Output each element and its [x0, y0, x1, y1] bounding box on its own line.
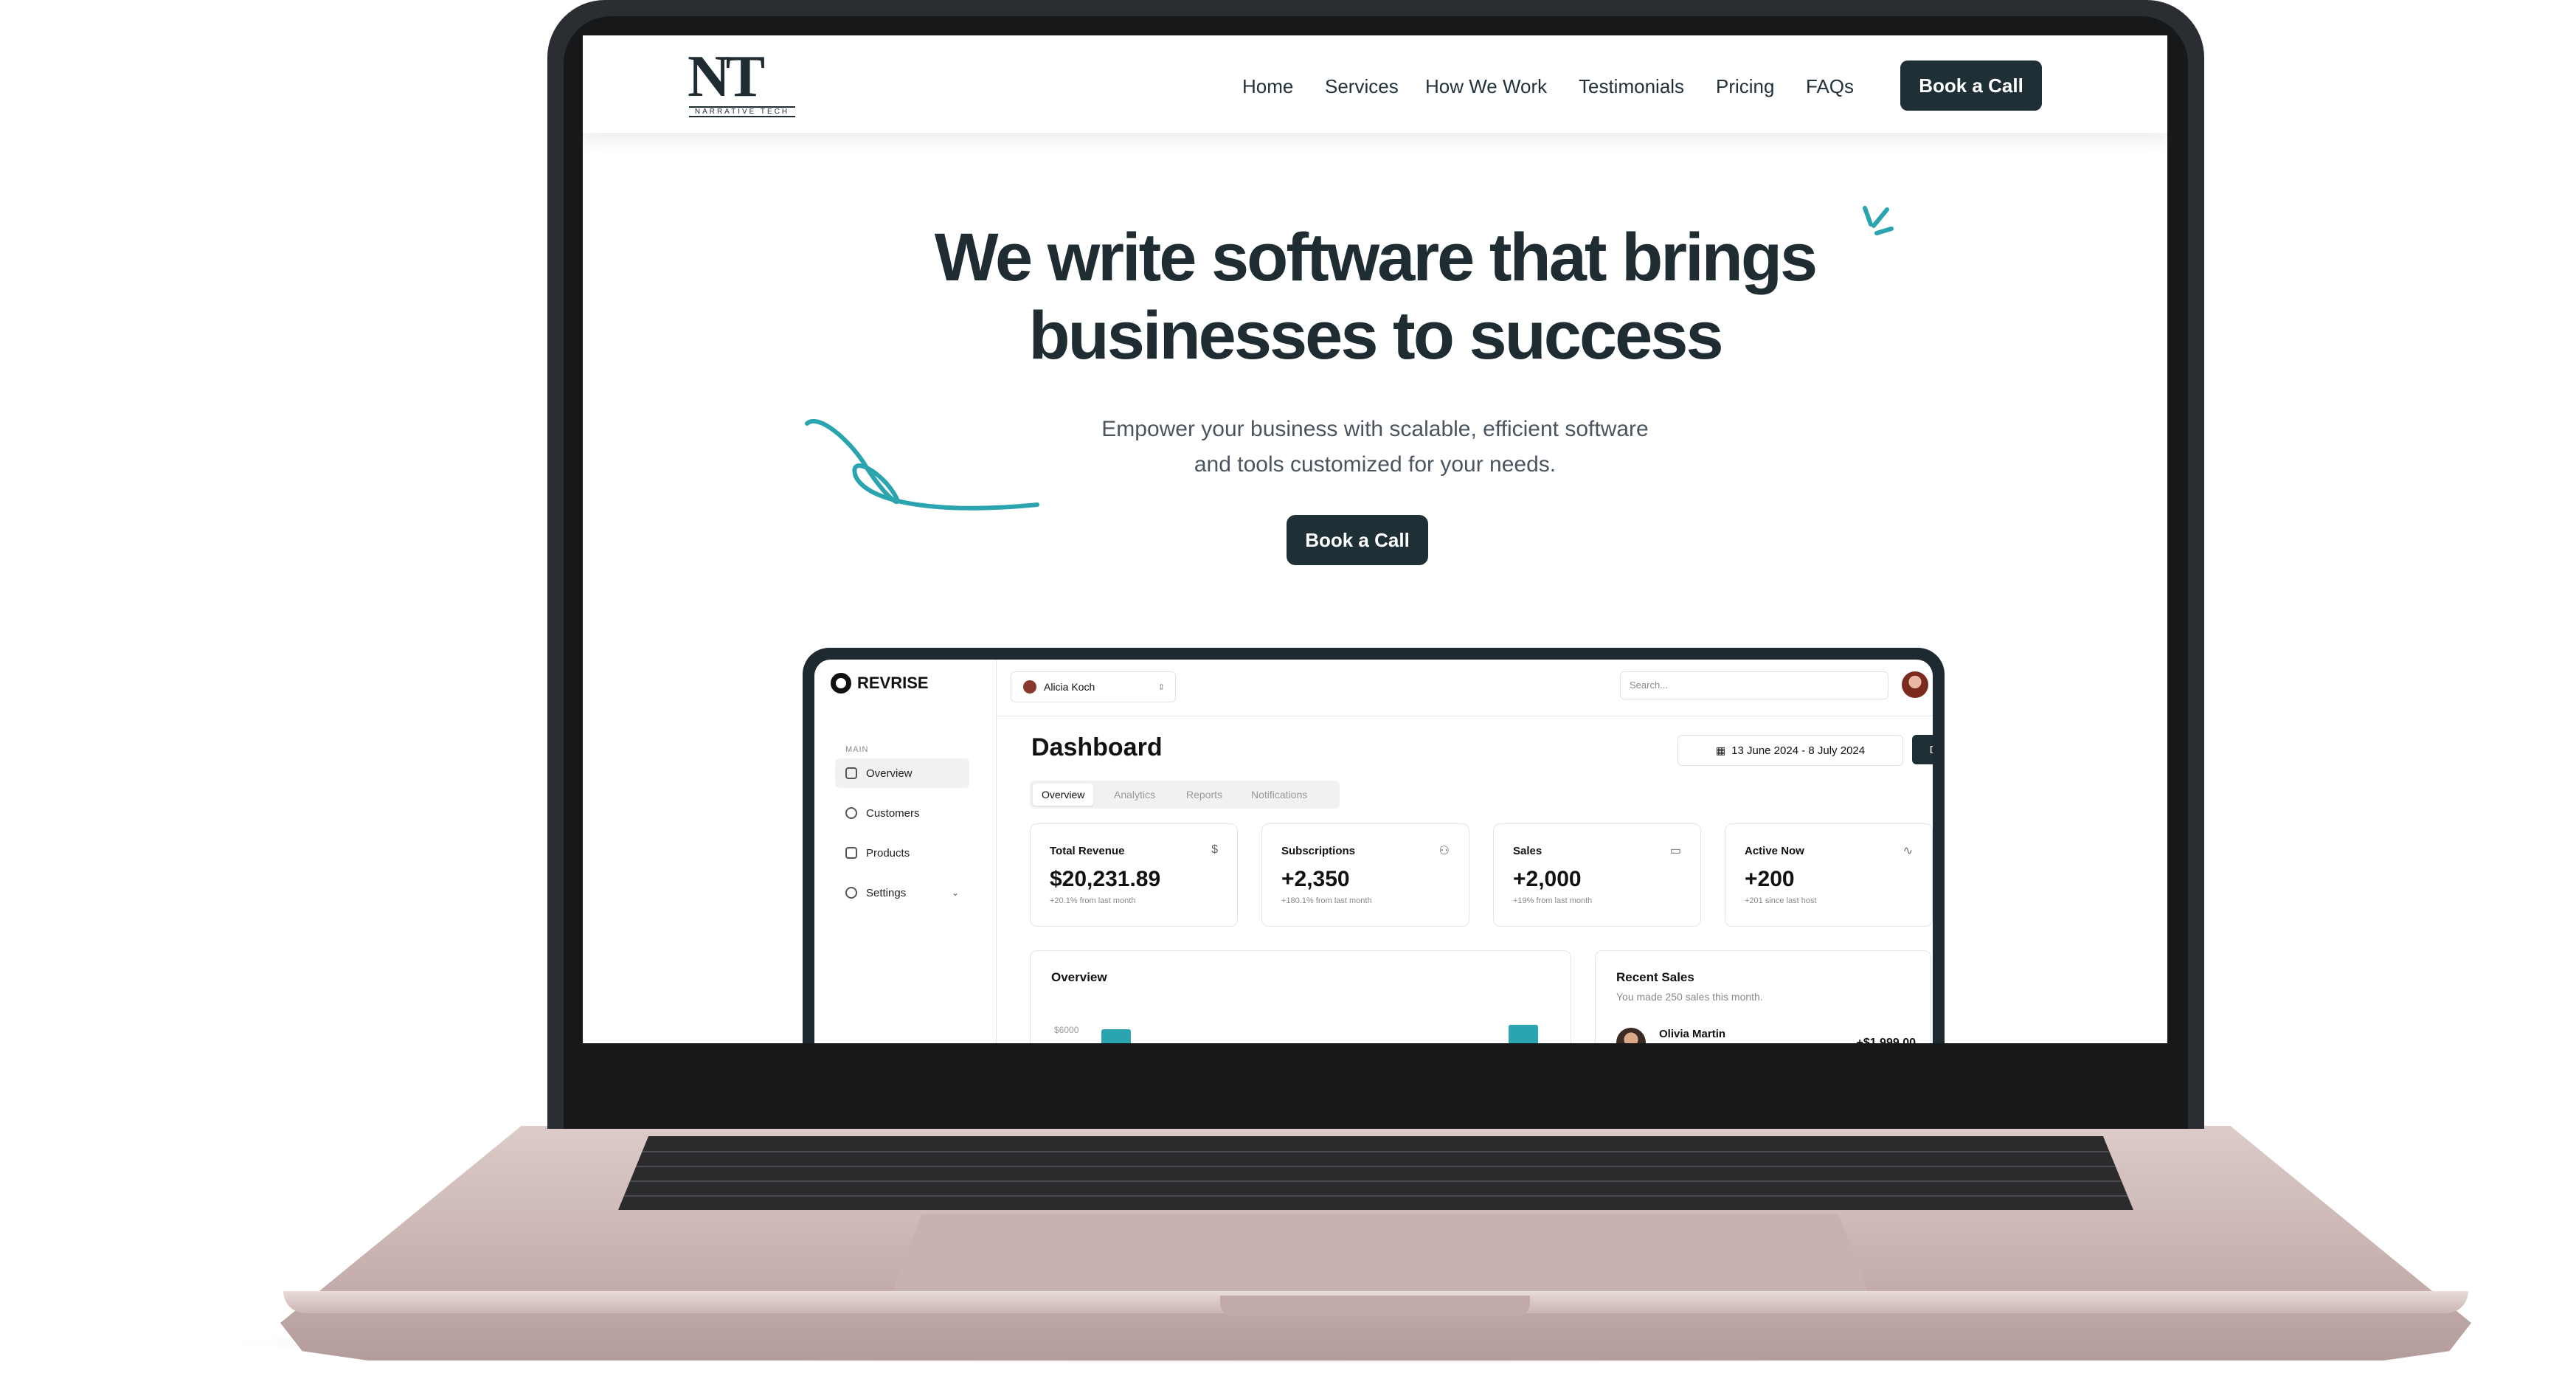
stat-card-title: Total Revenue [1050, 845, 1125, 857]
dashboard-sidebar: REVRISE MAIN Overview Customers Products… [814, 660, 997, 1043]
stat-card-value: $20,231.89 [1050, 867, 1161, 891]
home-icon [845, 767, 857, 779]
customer-name: Olivia Martin [1659, 1028, 1726, 1040]
stat-card-subtext: +201 since last host [1745, 896, 1817, 905]
stat-card-sales: Sales ▭ +2,000 +19% from last month [1493, 823, 1701, 927]
laptop-trackpad [893, 1214, 1868, 1291]
dashboard-brand: REVRISE [831, 673, 929, 694]
dashboard-search-input[interactable]: Search... [1620, 671, 1888, 699]
document-icon [845, 847, 857, 859]
site-navbar: NT NARRATIVE TECH Home Services How We W… [583, 35, 2167, 133]
activity-icon: ∿ [1902, 845, 1913, 857]
laptop-notch [1220, 1296, 1530, 1316]
sidebar-item-label: Overview [866, 767, 913, 780]
account-avatar [1023, 680, 1036, 694]
tab-reports[interactable]: Reports [1177, 784, 1231, 806]
tab-overview[interactable]: Overview [1033, 784, 1094, 806]
chart-bar [1509, 1025, 1538, 1043]
chart-bar [1101, 1029, 1131, 1043]
nav-faqs[interactable]: FAQs [1806, 75, 1854, 98]
dashboard-brand-name: REVRISE [857, 674, 929, 692]
hero-title-line-2: businesses to success [1028, 298, 1723, 373]
customer-avatar [1616, 1028, 1646, 1043]
hero-subtitle-line-1: Empower your business with scalable, eff… [1101, 417, 1649, 441]
sale-amount: +$1,999.00 [1856, 1037, 1916, 1043]
dashboard-title: Dashboard [1031, 733, 1163, 761]
nav-services[interactable]: Services [1325, 75, 1399, 98]
stat-card-title: Active Now [1745, 845, 1804, 857]
hero-subtitle-line-2: and tools customized for your needs. [1194, 452, 1557, 477]
tab-notifications[interactable]: Notifications [1242, 784, 1316, 806]
stat-card-subtext: +180.1% from last month [1281, 896, 1372, 905]
sidebar-item-overview[interactable]: Overview [835, 758, 969, 788]
overview-bars [1101, 1022, 1559, 1043]
user-icon [845, 807, 857, 819]
stat-card-title: Subscriptions [1281, 845, 1356, 857]
nav-book-call-button[interactable]: Book a Call [1900, 60, 2042, 111]
sidebar-section-label: MAIN [845, 745, 869, 754]
sidebar-item-customers[interactable]: Customers [835, 798, 969, 828]
site-logo-subtitle: NARRATIVE TECH [689, 106, 795, 117]
stat-card-revenue: Total Revenue $ $20,231.89 +20.1% from l… [1030, 823, 1238, 927]
chevron-updown-icon: ⇕ [1157, 682, 1165, 692]
overview-chart-panel: Overview $6000 [1030, 950, 1571, 1043]
users-icon: ⚇ [1438, 845, 1450, 857]
stat-card-value: +2,000 [1513, 867, 1582, 891]
sidebar-item-label: Settings [866, 886, 907, 899]
dashboard-tabs: Overview Analytics Reports Notifications [1030, 781, 1340, 809]
stat-card-value: +200 [1745, 867, 1795, 891]
site-logo[interactable]: NT [688, 47, 797, 106]
overview-title: Overview [1051, 970, 1107, 984]
chevron-down-icon: ⌄ [951, 888, 959, 898]
date-range-picker[interactable]: ▦ 13 June 2024 - 8 July 2024 [1677, 735, 1903, 766]
nav-pricing[interactable]: Pricing [1716, 75, 1774, 98]
sidebar-item-products[interactable]: Products [835, 838, 969, 868]
sidebar-item-label: Products [866, 846, 910, 860]
hero-book-call-button[interactable]: Book a Call [1287, 515, 1428, 565]
hero-title-line-1: We write software that brings [934, 220, 1818, 295]
recent-sales-subtitle: You made 250 sales this month. [1616, 991, 1763, 1003]
account-switcher[interactable]: Alicia Koch ⇕ [1011, 671, 1176, 702]
tab-analytics[interactable]: Analytics [1105, 784, 1164, 806]
stat-card-subtext: +20.1% from last month [1050, 896, 1136, 905]
brand-logo-icon [831, 673, 851, 694]
card-icon: ▭ [1669, 845, 1681, 857]
stat-card-active-now: Active Now ∿ +200 +201 since last host [1725, 823, 1933, 927]
user-avatar[interactable] [1902, 671, 1928, 698]
stat-card-value: +2,350 [1281, 867, 1350, 891]
y-axis-tick: $6000 [1054, 1025, 1079, 1035]
stat-card-subscriptions: Subscriptions ⚇ +2,350 +180.1% from last… [1261, 823, 1469, 927]
download-button[interactable]: Download [1912, 735, 1933, 764]
laptop-screen: NT NARRATIVE TECH Home Services How We W… [583, 35, 2167, 1043]
dashboard-topbar: Alicia Koch ⇕ Search... [996, 660, 1933, 716]
laptop-keyboard [618, 1136, 2133, 1210]
hero-subtitle: Empower your business with scalable, eff… [583, 412, 2167, 483]
dashboard-mockup: REVRISE MAIN Overview Customers Products… [814, 660, 1933, 1043]
nav-how-we-work[interactable]: How We Work [1425, 75, 1547, 98]
dollar-icon: $ [1211, 843, 1218, 856]
sidebar-item-settings[interactable]: Settings ⌄ [835, 878, 969, 907]
account-name: Alicia Koch [1044, 681, 1095, 693]
hero-title: We write software that brings businesses… [583, 218, 2167, 375]
date-range-text: 13 June 2024 - 8 July 2024 [1731, 744, 1866, 757]
stat-card-subtext: +19% from last month [1513, 896, 1593, 905]
nav-home[interactable]: Home [1242, 75, 1293, 98]
gear-icon [845, 887, 857, 899]
sidebar-item-label: Customers [866, 806, 920, 820]
recent-sales-panel: Recent Sales You made 250 sales this mon… [1595, 950, 1931, 1043]
nav-testimonials[interactable]: Testimonials [1579, 75, 1684, 98]
calendar-icon: ▦ [1715, 744, 1726, 756]
recent-sales-title: Recent Sales [1616, 970, 1694, 984]
stat-card-title: Sales [1513, 845, 1543, 857]
